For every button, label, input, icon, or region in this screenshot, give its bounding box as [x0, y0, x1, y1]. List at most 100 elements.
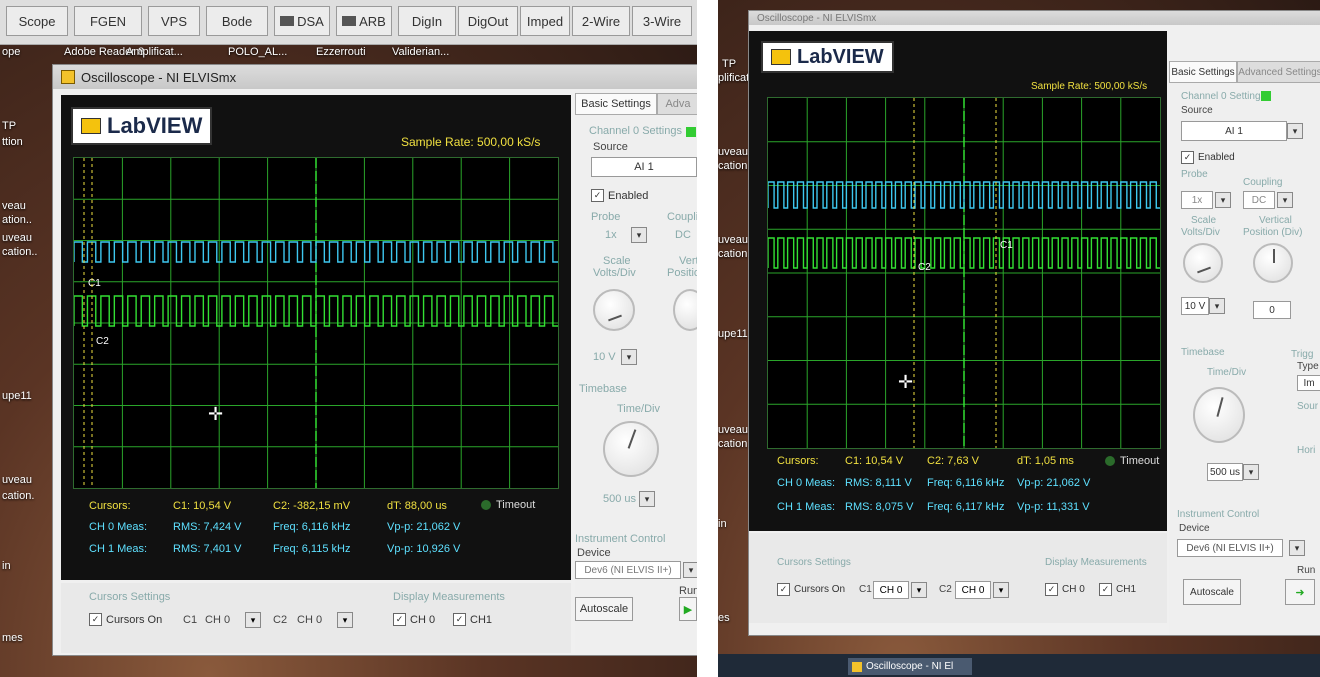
desktop-side-label[interactable]: TP: [2, 120, 16, 132]
scale-value[interactable]: 10 V: [593, 351, 616, 363]
coupling-select[interactable]: DC: [1243, 191, 1275, 209]
vertical-position-input[interactable]: 0: [1253, 301, 1291, 319]
desktop-side-label[interactable]: veau: [2, 200, 26, 212]
cursor-c1-dropdown-icon[interactable]: ▾: [245, 612, 261, 628]
desktop-side-label[interactable]: ope: [2, 46, 20, 58]
autoscale-button[interactable]: Autoscale: [575, 597, 633, 621]
bode-launch-button[interactable]: Bode: [206, 6, 268, 36]
cursor-c2-dropdown-icon[interactable]: ▾: [993, 582, 1009, 598]
source-select[interactable]: AI 1: [591, 157, 697, 177]
device-select[interactable]: Dev6 (NI ELVIS II+): [575, 561, 681, 579]
desktop-side-label[interactable]: cation.: [718, 438, 750, 450]
scale-dropdown-icon[interactable]: ▾: [1209, 298, 1225, 314]
display-ch0-checkbox[interactable]: ✓ CH 0: [1045, 583, 1085, 596]
cursor-c1-channel[interactable]: CH 0: [873, 581, 909, 599]
desktop-side-label[interactable]: TP: [722, 58, 736, 70]
coupling-value[interactable]: DC: [675, 229, 691, 241]
time-div-knob[interactable]: [1193, 387, 1245, 443]
desktop-side-label[interactable]: upe11: [2, 390, 32, 402]
desktop-side-label[interactable]: cation..: [2, 246, 37, 258]
desktop-side-label[interactable]: upe11: [718, 328, 748, 340]
time-div-dropdown-icon[interactable]: ▾: [1243, 464, 1259, 480]
desktop-side-label[interactable]: uveau: [718, 424, 748, 436]
desktop-side-label[interactable]: uveau: [718, 146, 748, 158]
desktop-side-label[interactable]: cation.: [2, 490, 34, 502]
waveform-graph[interactable]: C1 C2 ✛: [767, 97, 1161, 449]
vps-launch-button[interactable]: VPS: [148, 6, 200, 36]
trigger-type-select[interactable]: Im: [1297, 375, 1320, 391]
imped-launch-button[interactable]: Imped: [520, 6, 570, 36]
desktop-icon-polo[interactable]: POLO_AL...: [228, 46, 287, 58]
desktop-side-label[interactable]: ttion: [2, 136, 23, 148]
scale-dropdown-icon[interactable]: ▾: [621, 349, 637, 365]
source-select[interactable]: AI 1: [1181, 121, 1287, 141]
dsa-launch-button[interactable]: DSA: [274, 6, 330, 36]
probe-dropdown-icon[interactable]: ▾: [1215, 192, 1231, 208]
time-div-value[interactable]: 500 us: [603, 493, 636, 505]
cursor-c2-channel[interactable]: CH 0: [297, 614, 322, 626]
desktop-side-label[interactable]: cation.: [718, 160, 750, 172]
three-wire-launch-button[interactable]: 3-Wire: [632, 6, 692, 36]
cursors-on-checkbox[interactable]: ✓ Cursors On: [89, 613, 162, 626]
taskbar-item-oscilloscope[interactable]: Oscilloscope - NI El: [848, 658, 972, 675]
digout-launch-button[interactable]: DigOut: [458, 6, 518, 36]
cursor-c1-dropdown-icon[interactable]: ▾: [911, 582, 927, 598]
timebase-header: Timebase: [579, 383, 627, 395]
display-ch0-checkbox[interactable]: ✓ CH 0: [393, 613, 435, 626]
timeout-indicator: Timeout: [1105, 455, 1159, 467]
vertical-position-knob[interactable]: [673, 289, 697, 331]
desktop-side-label[interactable]: in: [718, 518, 727, 530]
time-div-dropdown-icon[interactable]: ▾: [639, 491, 655, 507]
run-button[interactable]: ➜: [1285, 579, 1315, 605]
volts-div-knob[interactable]: [1183, 243, 1223, 283]
scope-launch-button[interactable]: Scope: [6, 6, 68, 36]
desktop-side-label[interactable]: in: [2, 560, 11, 572]
probe-dropdown-icon[interactable]: ▾: [631, 227, 647, 243]
autoscale-button[interactable]: Autoscale: [1183, 579, 1241, 605]
two-wire-launch-button[interactable]: 2-Wire: [572, 6, 630, 36]
desktop-icon-validerian[interactable]: Validerian...: [392, 46, 449, 58]
display-ch1-checkbox[interactable]: ✓ CH1: [453, 613, 492, 626]
display-ch1-checkbox[interactable]: ✓ CH1: [1099, 583, 1136, 596]
cursor-c1-channel[interactable]: CH 0: [205, 614, 230, 626]
desktop-side-label[interactable]: es: [718, 612, 730, 624]
source-dropdown-icon[interactable]: ▾: [1287, 123, 1303, 139]
coupling-dropdown-icon[interactable]: ▾: [1277, 192, 1293, 208]
vertical-position-knob[interactable]: [1253, 243, 1293, 283]
tab-basic-settings[interactable]: Basic Settings: [1169, 61, 1237, 83]
waveform-graph[interactable]: C1 C2 ✛: [73, 157, 559, 489]
device-dropdown-icon[interactable]: ▾: [1289, 540, 1305, 556]
instrument-control-header: Instrument Control: [575, 533, 666, 545]
fgen-launch-button[interactable]: FGEN: [74, 6, 142, 36]
desktop-side-label[interactable]: plificat: [718, 72, 749, 84]
time-div-knob[interactable]: [603, 421, 659, 477]
device-select[interactable]: Dev6 (NI ELVIS II+): [1177, 539, 1283, 557]
window-titlebar[interactable]: Oscilloscope - NI ELVISmx: [53, 65, 697, 89]
cursors-on-checkbox[interactable]: ✓ Cursors On: [777, 583, 845, 596]
desktop-side-label[interactable]: mes: [2, 632, 23, 644]
desktop-icon-amplificat[interactable]: Amplificat...: [126, 46, 183, 58]
desktop-side-label[interactable]: uveau: [2, 232, 32, 244]
time-div-select[interactable]: 500 us: [1207, 463, 1243, 481]
arb-launch-button[interactable]: ARB: [336, 6, 392, 36]
cursor-c2-channel[interactable]: CH 0: [955, 581, 991, 599]
scale-select[interactable]: 10 V: [1181, 297, 1209, 315]
probe-select[interactable]: 1x: [1181, 191, 1213, 209]
timeout-indicator: Timeout: [481, 499, 535, 511]
digin-launch-button[interactable]: DigIn: [398, 6, 456, 36]
tab-advanced-settings[interactable]: Advanced Settings: [1237, 61, 1320, 83]
run-button[interactable]: ▶: [679, 597, 697, 621]
enabled-checkbox[interactable]: ✓ Enabled: [591, 189, 648, 202]
desktop-icon-ezzerrouti[interactable]: Ezzerrouti: [316, 46, 366, 58]
tab-advanced-settings[interactable]: Adva: [657, 93, 697, 115]
probe-value[interactable]: 1x: [605, 229, 617, 241]
tab-basic-settings[interactable]: Basic Settings: [575, 93, 657, 115]
desktop-side-label[interactable]: ation..: [2, 214, 32, 226]
volts-div-knob[interactable]: [593, 289, 635, 331]
enabled-checkbox[interactable]: ✓ Enabled: [1181, 151, 1235, 164]
window-titlebar[interactable]: Oscilloscope - NI ELVISmx: [749, 11, 1320, 25]
cursor-c2-dropdown-icon[interactable]: ▾: [337, 612, 353, 628]
desktop-side-label[interactable]: uveau: [2, 474, 32, 486]
device-dropdown-icon[interactable]: ▾: [683, 562, 697, 578]
desktop-side-label[interactable]: uveau: [718, 234, 748, 246]
